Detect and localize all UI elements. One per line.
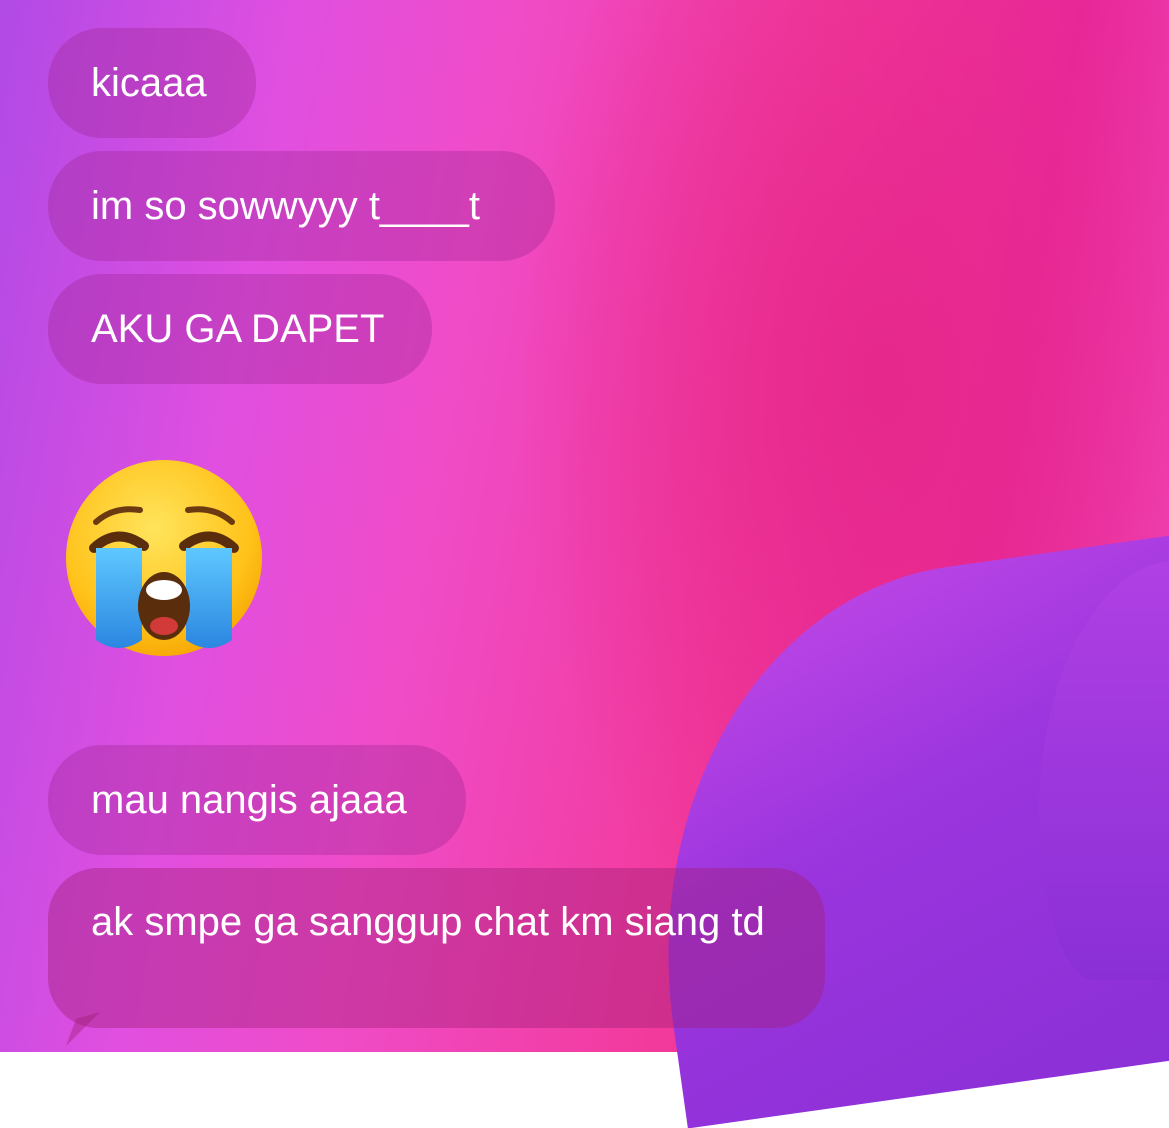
message-thread[interactable]: kicaaa im so sowwyyy t____t AKU GA DAPET	[0, 0, 1169, 1052]
incoming-message-bubble[interactable]: kicaaa	[48, 28, 256, 138]
message-text: AKU GA DAPET	[91, 307, 385, 351]
loudly-crying-face-icon	[66, 460, 262, 656]
loudly-crying-face-emoji-message[interactable]	[62, 456, 266, 660]
incoming-message-bubble[interactable]: ak smpe ga sanggup chat km siang td	[48, 868, 825, 1028]
message-text: ak smpe ga sanggup chat km siang td	[91, 900, 765, 944]
incoming-message-bubble[interactable]: mau nangis ajaaa	[48, 745, 466, 855]
message-text: im so sowwyyy t____t	[91, 184, 481, 228]
message-text: mau nangis ajaaa	[91, 778, 407, 822]
incoming-message-bubble[interactable]: im so sowwyyy t____t	[48, 151, 555, 261]
message-text: kicaaa	[91, 61, 207, 105]
incoming-message-bubble[interactable]: AKU GA DAPET	[48, 274, 432, 384]
